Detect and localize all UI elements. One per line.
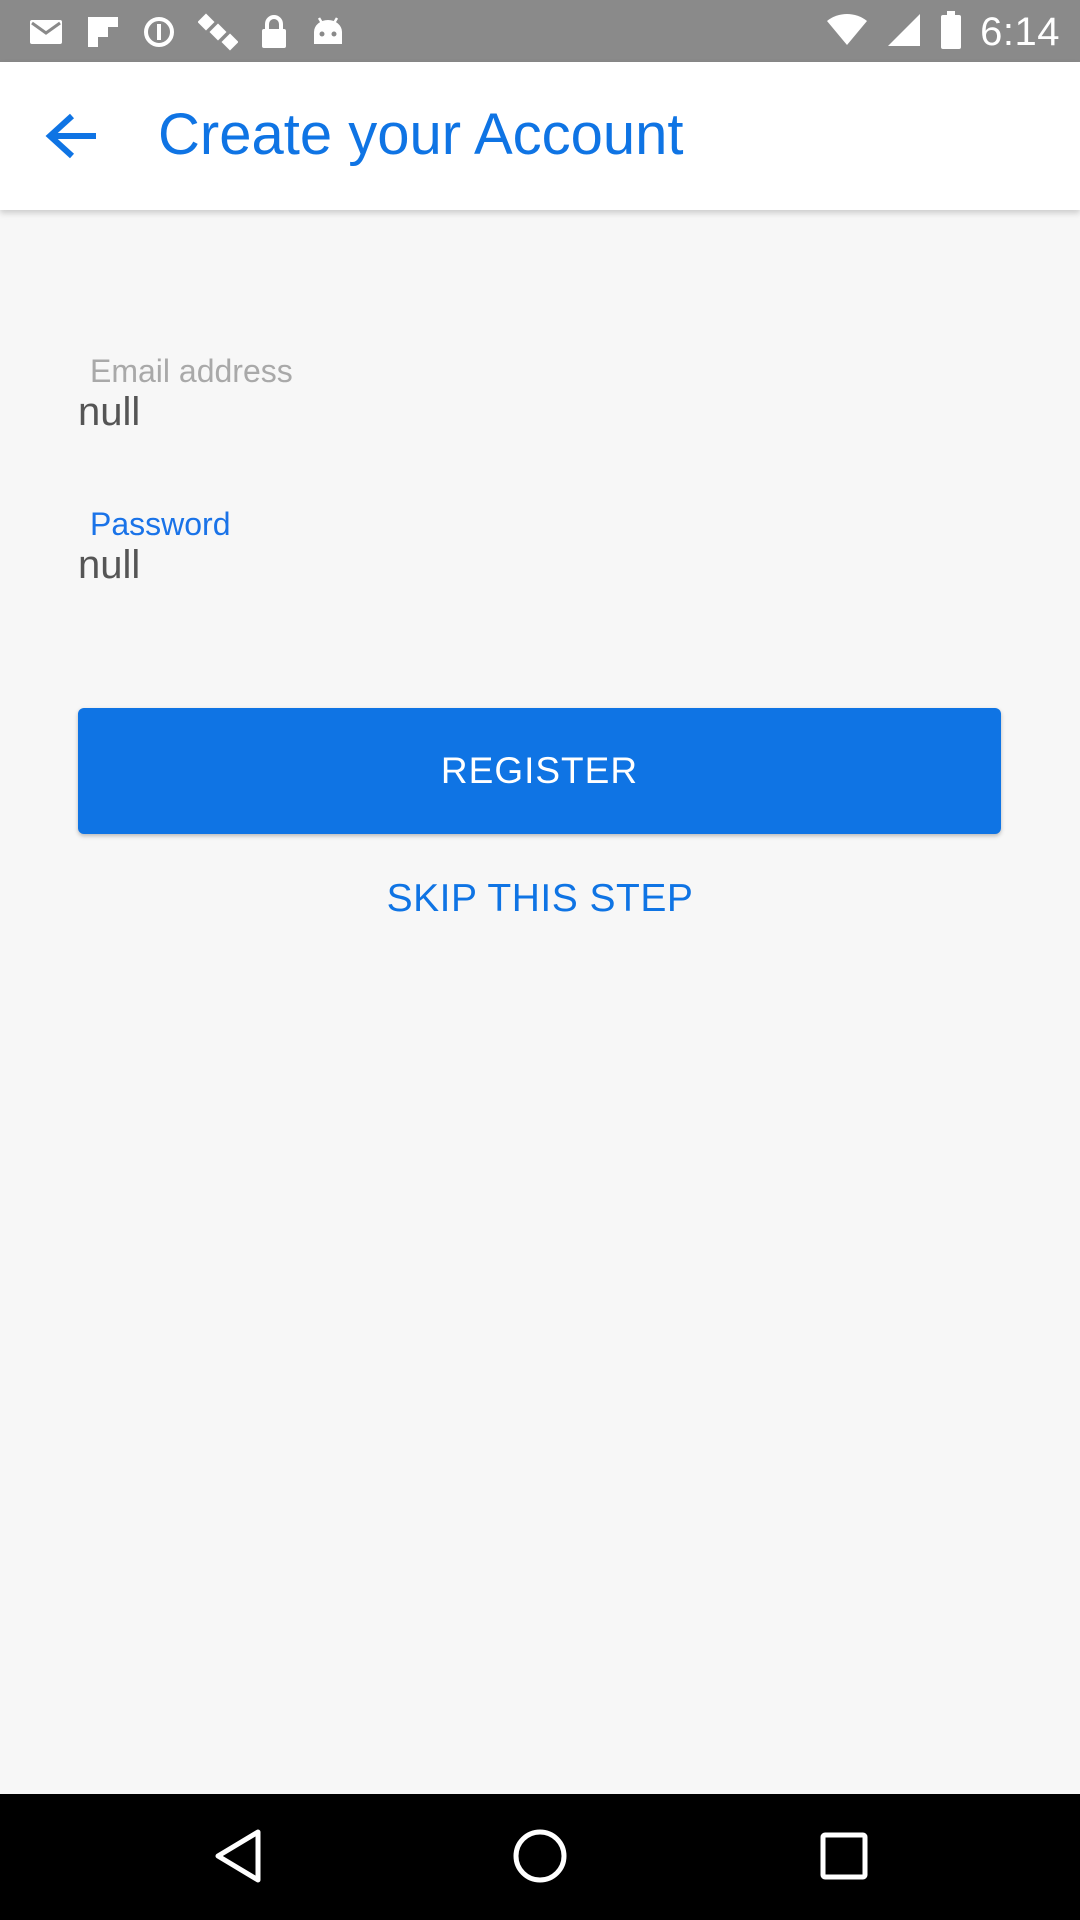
- signal-icon: [886, 12, 922, 53]
- status-time: 6:14: [980, 9, 1060, 54]
- password-input[interactable]: null: [78, 542, 140, 588]
- register-button-label: REGISTER: [440, 750, 639, 791]
- nav-back-icon: [210, 1826, 266, 1891]
- nav-home-button[interactable]: [504, 1822, 576, 1894]
- email-input[interactable]: null: [78, 389, 140, 435]
- satellite-icon: [198, 12, 238, 52]
- navigation-bar: [0, 1794, 1080, 1920]
- android-icon: [310, 16, 346, 48]
- nav-home-icon: [510, 1826, 570, 1891]
- flipboard-icon: [86, 15, 120, 49]
- data-saver-icon: [142, 15, 176, 49]
- register-button[interactable]: REGISTER: [78, 708, 1001, 834]
- wifi-icon: [826, 13, 868, 52]
- mail-icon: [28, 18, 64, 46]
- password-label: Password: [90, 506, 231, 542]
- skip-step-button[interactable]: SKIP THIS STEP: [340, 864, 740, 934]
- lock-icon: [260, 14, 288, 50]
- status-bar: 6:14: [0, 0, 1080, 62]
- nav-back-button[interactable]: [202, 1822, 274, 1894]
- email-label: Email address: [90, 353, 293, 389]
- system-status: 6:14: [826, 8, 1060, 56]
- notification-icons: [28, 12, 346, 52]
- nav-recents-button[interactable]: [808, 1822, 880, 1894]
- nav-recents-icon: [818, 1830, 870, 1887]
- skip-step-label: SKIP THIS STEP: [386, 877, 694, 920]
- page-title: Create your Account: [158, 102, 684, 167]
- arrow-back-icon: [44, 112, 100, 165]
- battery-icon: [940, 10, 962, 54]
- app-bar: Create your Account: [0, 62, 1080, 210]
- back-button[interactable]: [34, 100, 110, 176]
